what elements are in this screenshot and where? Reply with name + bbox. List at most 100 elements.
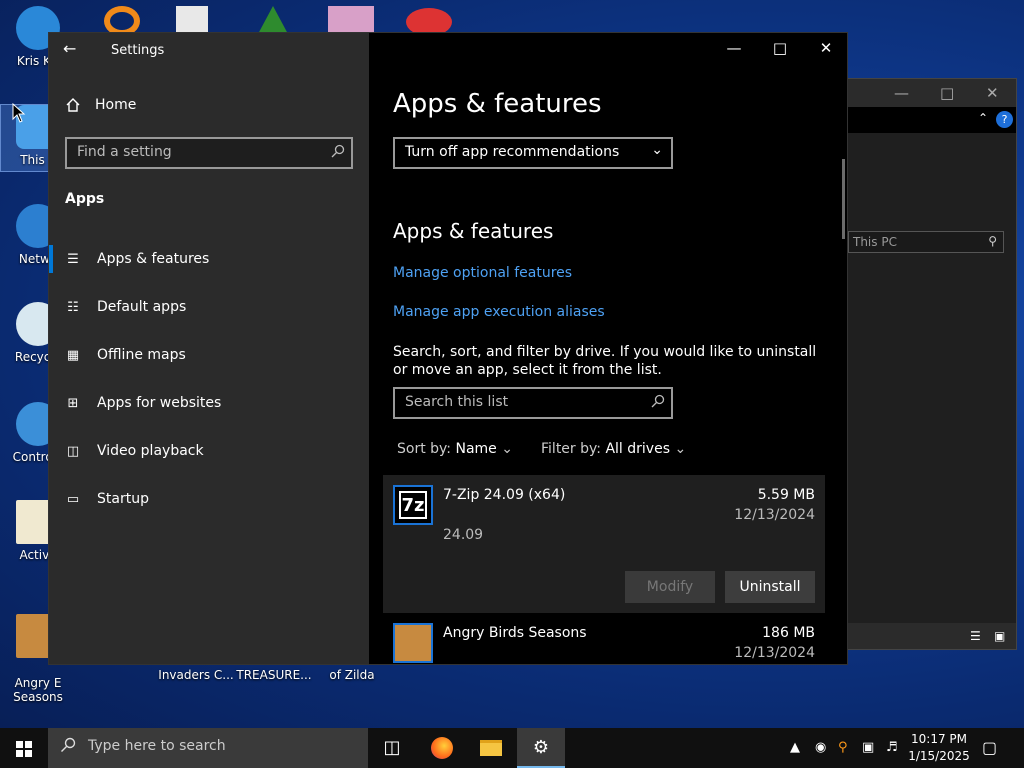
app-date: 12/13/2024 [734, 507, 815, 523]
default-apps-icon: ☷ [67, 299, 79, 315]
search-list-input[interactable]: Search this list [393, 387, 673, 419]
explorer-search-input[interactable]: This PC ⚲ [848, 231, 1004, 253]
dropdown-value: Turn off app recommendations [405, 144, 620, 160]
title-bar[interactable]: — □ ✕ [846, 79, 1016, 107]
taskbar-file-explorer[interactable] [467, 728, 515, 768]
app-recommendations-dropdown[interactable]: Turn off app recommendations ⌄ [393, 137, 673, 169]
nav-home-label: Home [95, 97, 137, 113]
settings-nav-pane: ← Settings Home Find a setting Apps ☰ Ap… [49, 33, 369, 664]
taskbar-search-input[interactable]: Type here to search [48, 728, 368, 768]
link-window-icon: ⊞ [67, 395, 79, 411]
sort-value: Name [455, 441, 497, 457]
nav-item-label: Default apps [97, 299, 187, 315]
app-list-item[interactable]: 7z 7-Zip 24.09 (x64) 5.59 MB 12/13/2024 … [383, 475, 825, 613]
maximize-icon[interactable]: □ [940, 84, 954, 102]
desktop-icon-top-4[interactable] [328, 6, 374, 34]
clock-date: 1/15/2025 [908, 749, 970, 763]
nav-item-label: Startup [97, 491, 149, 507]
nav-section-heading: Apps [65, 191, 105, 207]
find-setting-placeholder: Find a setting [77, 144, 172, 160]
scrollbar-thumb[interactable] [842, 159, 845, 239]
home-icon [66, 98, 80, 112]
nav-item-label: Apps for websites [97, 395, 222, 411]
nav-home[interactable]: Home [65, 97, 136, 113]
desktop-icon-label: Angry E Seasons [13, 676, 63, 704]
tiles-view-icon[interactable]: ▣ [994, 629, 1005, 643]
taskbar-firefox[interactable] [418, 728, 466, 768]
chevron-down-icon: ⌄ [651, 142, 663, 158]
video-icon: ◫ [66, 443, 80, 459]
nav-item-video-playback[interactable]: ◫ Video playback [49, 427, 369, 475]
find-setting-input[interactable]: Find a setting [65, 137, 353, 169]
drop-icon[interactable]: ◉ [815, 728, 826, 768]
section-title: Apps & features [393, 219, 554, 243]
sort-label: Sort by: [397, 441, 452, 457]
sort-by-dropdown[interactable]: Sort by: Name ⌄ [397, 441, 513, 457]
nav-list: ☰ Apps & features ☷ Default apps ▦ Offli… [49, 235, 369, 523]
ribbon: ⌃ ? [846, 107, 1016, 133]
filter-value: All drives [605, 441, 670, 457]
maximize-icon[interactable]: □ [757, 39, 803, 61]
details-view-icon[interactable]: ☰ [970, 629, 981, 643]
filter-by-dropdown[interactable]: Filter by: All drives ⌄ [541, 441, 686, 457]
app-version: 24.09 [443, 527, 484, 543]
chevron-up-icon[interactable]: ⌃ [978, 111, 988, 125]
action-center-icon[interactable]: ▢ [982, 728, 997, 768]
search-placeholder: This PC [853, 235, 897, 249]
manage-execution-aliases-link[interactable]: Manage app execution aliases [393, 304, 605, 320]
nav-item-apps-websites[interactable]: ⊞ Apps for websites [49, 379, 369, 427]
app-list-item[interactable]: Angry Birds Seasons 186 MB 12/13/2024 [383, 619, 825, 665]
task-view-icon: ◫ [383, 737, 401, 758]
back-arrow-icon[interactable]: ← [63, 39, 85, 61]
clock-time: 10:17 PM [911, 732, 967, 746]
volume-icon[interactable]: ♬ [886, 728, 898, 768]
chevron-down-icon: ⌄ [501, 441, 513, 457]
list-icon: ☰ [67, 251, 79, 267]
nav-item-label: Apps & features [97, 251, 210, 267]
search-list-placeholder: Search this list [405, 394, 509, 410]
modify-button[interactable]: Modify [625, 571, 715, 603]
settings-window[interactable]: ← Settings Home Find a setting Apps ☰ Ap… [48, 32, 848, 665]
nav-item-offline-maps[interactable]: ▦ Offline maps [49, 331, 369, 379]
close-icon[interactable]: ✕ [986, 84, 999, 102]
nav-item-startup[interactable]: ▭ Startup [49, 475, 369, 523]
search-icon: ⚲ [988, 234, 997, 248]
key-icon[interactable]: ⚲ [838, 728, 848, 768]
desktop-label-zilda[interactable]: of Zilda [314, 668, 390, 682]
minimize-icon[interactable]: — [711, 39, 757, 61]
apps-description: Search, sort, and filter by drive. If yo… [393, 344, 817, 378]
system-clock[interactable]: 10:17 PM 1/15/2025 [898, 731, 980, 765]
task-view-button[interactable]: ◫ [368, 728, 416, 768]
nav-item-default-apps[interactable]: ☷ Default apps [49, 283, 369, 331]
startup-icon: ▭ [66, 491, 80, 507]
firefox-icon [431, 737, 453, 759]
page-title: Apps & features [393, 89, 602, 119]
network-tray-icon[interactable]: ▲ [790, 728, 800, 768]
uninstall-button[interactable]: Uninstall [725, 571, 815, 603]
status-bar: ☰ ▣ [846, 623, 1016, 649]
app-size: 5.59 MB [757, 487, 815, 503]
start-button[interactable] [0, 728, 48, 768]
desktop-label-treasure[interactable]: TREASURE... [236, 668, 312, 682]
desktop-icon-top-2[interactable] [176, 6, 208, 34]
desktop-label-invaders[interactable]: Invaders C... [156, 668, 236, 682]
help-icon[interactable]: ? [996, 111, 1013, 128]
taskbar-settings[interactable]: ⚙ [517, 728, 565, 768]
manage-optional-features-link[interactable]: Manage optional features [393, 265, 572, 281]
nav-item-label: Video playback [97, 443, 204, 459]
app-date: 12/13/2024 [734, 645, 815, 661]
nav-item-apps-features[interactable]: ☰ Apps & features [49, 235, 369, 283]
app-size: 186 MB [762, 625, 815, 641]
background-explorer-window[interactable]: — □ ✕ ⌃ ? This PC ⚲ ☰ ▣ [845, 78, 1017, 650]
search-icon [651, 394, 665, 408]
network-icon[interactable]: ▣ [862, 728, 874, 768]
folder-icon [480, 740, 502, 756]
settings-content-pane: — □ ✕ Apps & features Turn off app recom… [369, 33, 847, 664]
minimize-icon[interactable]: — [894, 84, 909, 102]
app-name: 7-Zip 24.09 (x64) [443, 487, 566, 503]
mouse-cursor-icon [12, 103, 26, 123]
close-icon[interactable]: ✕ [803, 39, 849, 61]
map-icon: ▦ [66, 347, 80, 363]
desktop-icon-top-3[interactable] [258, 6, 288, 34]
taskbar-search-placeholder: Type here to search [88, 738, 226, 754]
